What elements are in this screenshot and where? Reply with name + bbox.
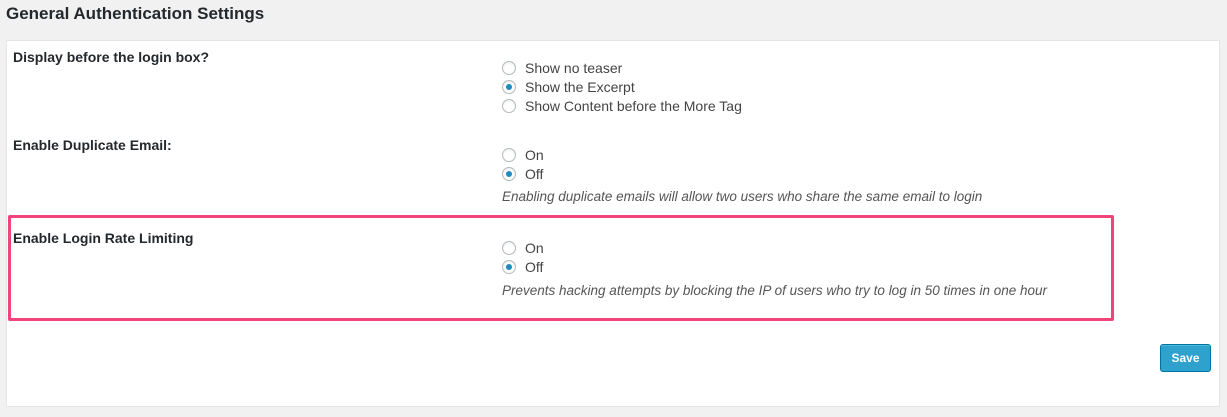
teaser-option-excerpt[interactable]: Show the Excerpt [502, 77, 742, 96]
teaser-options: Show no teaser Show the Excerpt Show Con… [502, 58, 742, 115]
radio-button[interactable] [502, 60, 516, 75]
option-label: On [525, 146, 544, 163]
teaser-option-none[interactable]: Show no teaser [502, 58, 742, 77]
option-label: Show the Excerpt [525, 78, 635, 95]
radio-button-selected[interactable] [502, 79, 516, 94]
settings-panel: Display before the login box? Show no te… [6, 40, 1220, 407]
teaser-setting-label: Display before the login box? [13, 49, 210, 65]
radio-button[interactable] [502, 98, 516, 113]
option-label: Off [525, 258, 544, 275]
radio-button-selected[interactable] [502, 259, 516, 274]
option-label: Show Content before the More Tag [525, 97, 742, 114]
rate-limiting-option-on[interactable]: On [502, 238, 544, 257]
duplicate-email-label: Enable Duplicate Email: [13, 137, 172, 153]
save-button[interactable]: Save [1160, 344, 1211, 372]
duplicate-email-option-on[interactable]: On [502, 145, 544, 164]
duplicate-email-options: On Off [502, 145, 544, 183]
rate-limiting-options: On Off [502, 238, 544, 276]
radio-button[interactable] [502, 240, 516, 255]
rate-limiting-label: Enable Login Rate Limiting [13, 230, 194, 246]
option-label: Show no teaser [525, 59, 623, 76]
rate-limiting-option-off[interactable]: Off [502, 257, 544, 276]
radio-button-selected[interactable] [502, 166, 516, 181]
rate-limiting-description: Prevents hacking attempts by blocking th… [502, 283, 1048, 298]
radio-button[interactable] [502, 147, 516, 162]
option-label: On [525, 239, 544, 256]
duplicate-email-description: Enabling duplicate emails will allow two… [502, 189, 983, 204]
option-label: Off [525, 165, 544, 182]
duplicate-email-option-off[interactable]: Off [502, 164, 544, 183]
teaser-option-more-tag[interactable]: Show Content before the More Tag [502, 96, 742, 115]
section-title: General Authentication Settings [6, 4, 265, 23]
